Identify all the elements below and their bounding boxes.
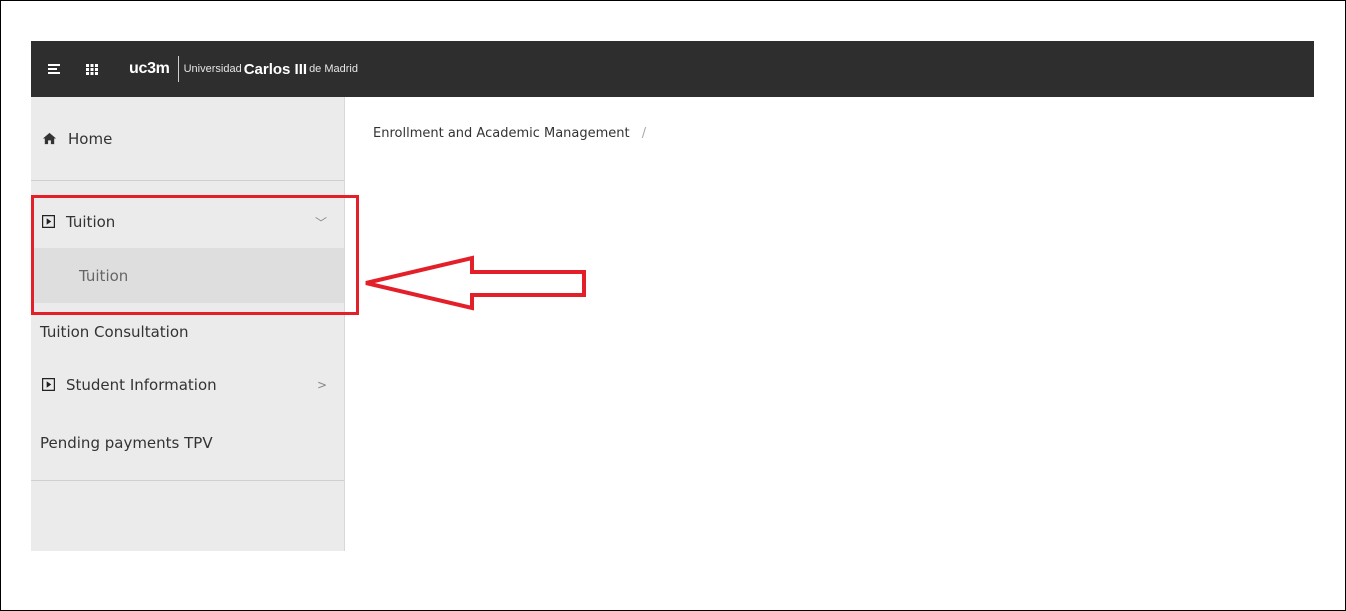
logo-suffix: de Madrid bbox=[309, 63, 358, 75]
hamburger-menu-button[interactable] bbox=[39, 54, 69, 84]
logo-divider bbox=[177, 56, 179, 82]
home-icon bbox=[42, 131, 58, 147]
university-logo[interactable]: uc3m Universidad Carlos III de Madrid bbox=[129, 49, 358, 89]
sidebar-item-label: Tuition Consultation bbox=[40, 323, 189, 341]
breadcrumb-separator: / bbox=[641, 126, 647, 141]
logo-name: Carlos III bbox=[243, 60, 308, 78]
top-navigation-bar: uc3m Universidad Carlos III de Madrid bbox=[31, 41, 1314, 97]
annotation-arrow-icon bbox=[365, 255, 586, 311]
sidebar-item-home[interactable]: Home bbox=[31, 97, 344, 181]
collapse-box-icon bbox=[42, 378, 56, 392]
chevron-right-icon: > bbox=[316, 378, 327, 392]
sidebar-divider bbox=[31, 480, 344, 481]
logo-universidad: Universidad bbox=[183, 63, 242, 75]
hamburger-icon bbox=[48, 64, 60, 74]
annotation-highlight-box bbox=[31, 195, 359, 315]
breadcrumb: Enrollment and Academic Management / bbox=[373, 126, 646, 141]
sidebar-item-label: Home bbox=[68, 129, 113, 148]
logo-brand: uc3m bbox=[129, 60, 170, 77]
sidebar-item-label: Student Information bbox=[66, 376, 217, 394]
sidebar-item-tuition-consultation[interactable]: Tuition Consultation bbox=[31, 308, 344, 356]
sidebar-item-student-information[interactable]: Student Information > bbox=[31, 361, 344, 409]
sidebar-item-label: Pending payments TPV bbox=[40, 434, 213, 452]
apps-grid-button[interactable] bbox=[77, 54, 107, 84]
breadcrumb-item[interactable]: Enrollment and Academic Management bbox=[373, 126, 630, 141]
sidebar: Home Tuition ﹀ Tuition Tuition Consultat… bbox=[31, 97, 345, 551]
sidebar-item-pending-payments[interactable]: Pending payments TPV bbox=[31, 419, 344, 467]
grid-apps-icon bbox=[86, 64, 98, 75]
